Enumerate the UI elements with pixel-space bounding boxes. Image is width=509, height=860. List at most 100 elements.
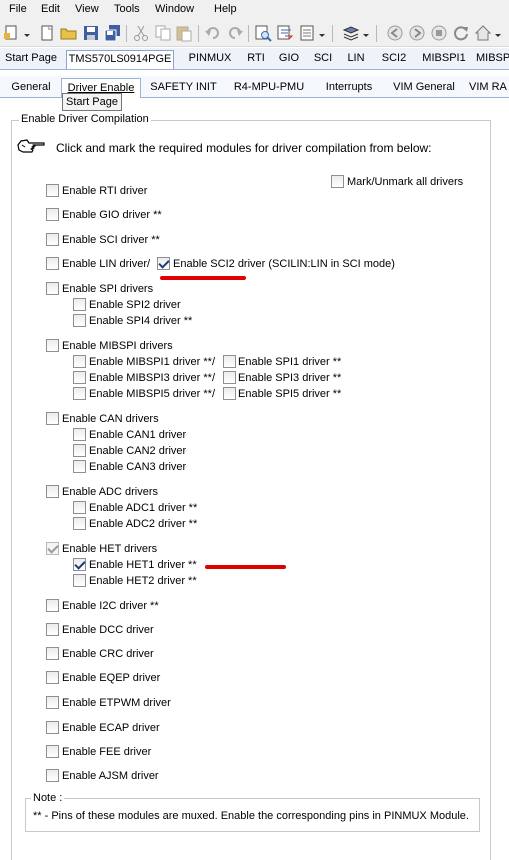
tab-tms570ls0914pge[interactable]: TMS570LS0914PGE xyxy=(66,50,174,69)
can-checkbox[interactable] xyxy=(46,412,59,425)
tab-safety-init[interactable]: SAFETY INIT xyxy=(146,78,221,98)
spi1-label: Enable SPI1 driver ** xyxy=(238,356,342,368)
spi1-checkbox[interactable] xyxy=(223,355,236,368)
mibspi-label: Enable MIBSPI drivers xyxy=(62,340,173,352)
new-file-dropdown-icon[interactable] xyxy=(23,24,31,42)
het2-checkbox[interactable] xyxy=(73,574,86,587)
nav-back-icon[interactable] xyxy=(386,24,404,42)
mibspi3-checkbox[interactable] xyxy=(73,371,86,384)
sci-checkbox[interactable] xyxy=(46,233,59,246)
tab-mibspi-truncated[interactable]: MIBSP xyxy=(476,50,509,69)
spi5-checkbox[interactable] xyxy=(223,387,236,400)
save-all-icon[interactable] xyxy=(104,24,122,42)
sci-label: Enable SCI driver ** xyxy=(62,234,160,246)
new-file-icon[interactable] xyxy=(38,24,56,42)
tooltip: Start Page xyxy=(62,93,122,111)
tab-interrupts[interactable]: Interrupts xyxy=(317,78,381,98)
replace-icon[interactable] xyxy=(276,24,294,42)
copy-icon[interactable] xyxy=(154,24,172,42)
redo-icon[interactable] xyxy=(226,24,244,42)
lin-checkbox[interactable] xyxy=(46,257,59,270)
gio-label: Enable GIO driver ** xyxy=(62,209,162,221)
properties-dropdown-icon[interactable] xyxy=(318,24,326,42)
i2c-checkbox[interactable] xyxy=(46,599,59,612)
can2-label: Enable CAN2 driver xyxy=(89,445,187,457)
adc2-checkbox[interactable] xyxy=(73,517,86,530)
fee-checkbox[interactable] xyxy=(46,745,59,758)
tab-rti[interactable]: RTI xyxy=(243,50,269,69)
ajsm-checkbox[interactable] xyxy=(46,769,59,782)
adc-checkbox[interactable] xyxy=(46,485,59,498)
tab-mibspi1[interactable]: MIBSPI1 xyxy=(418,50,470,69)
het1-checkbox[interactable] xyxy=(73,558,86,571)
lin-sci2-separator: / xyxy=(147,258,151,270)
gio-checkbox[interactable] xyxy=(46,208,59,221)
cut-icon[interactable] xyxy=(132,24,150,42)
sci2-checkbox[interactable] xyxy=(157,257,170,270)
open-folder-icon[interactable] xyxy=(60,24,78,42)
menu-help[interactable]: Help xyxy=(214,3,237,15)
spi3-checkbox[interactable] xyxy=(223,371,236,384)
can-label: Enable CAN drivers xyxy=(62,413,159,425)
home-dropdown-icon[interactable] xyxy=(494,24,502,42)
layers-dropdown-icon[interactable] xyxy=(362,24,370,42)
paste-icon[interactable] xyxy=(175,24,193,42)
note-text: ** - Pins of these modules are muxed. En… xyxy=(33,810,469,822)
tab-vim-ram-truncated[interactable]: VIM RA xyxy=(466,78,509,98)
dcc-checkbox[interactable] xyxy=(46,623,59,636)
mibspi3-label: Enable MIBSPI3 driver ** xyxy=(89,372,212,384)
find-icon[interactable] xyxy=(254,24,272,42)
het-checkbox[interactable] xyxy=(46,542,59,555)
tab-lin[interactable]: LIN xyxy=(343,50,369,69)
etpwm-label: Enable ETPWM driver xyxy=(62,697,171,709)
note-title: Note : xyxy=(31,792,65,804)
can3-checkbox[interactable] xyxy=(73,460,86,473)
can1-checkbox[interactable] xyxy=(73,428,86,441)
tab-gio[interactable]: GIO xyxy=(276,50,302,69)
menu-file[interactable]: File xyxy=(9,3,27,15)
new-file-icon[interactable] xyxy=(3,24,21,42)
refresh-icon[interactable] xyxy=(452,24,470,42)
etpwm-checkbox[interactable] xyxy=(46,696,59,709)
tab-sci[interactable]: SCI xyxy=(310,50,336,69)
dcc-label: Enable DCC driver xyxy=(62,624,154,636)
spi2-checkbox[interactable] xyxy=(73,298,86,311)
eqep-checkbox[interactable] xyxy=(46,671,59,684)
properties-icon[interactable] xyxy=(298,24,316,42)
menu-view[interactable]: View xyxy=(75,3,99,15)
tab-sci2[interactable]: SCI2 xyxy=(377,50,411,69)
mibspi1-checkbox[interactable] xyxy=(73,355,86,368)
menu-edit[interactable]: Edit xyxy=(41,3,60,15)
undo-icon[interactable] xyxy=(204,24,222,42)
mark-all-checkbox[interactable] xyxy=(331,175,344,188)
ecap-checkbox[interactable] xyxy=(46,721,59,734)
stop-icon[interactable] xyxy=(430,24,448,42)
sci2-label: Enable SCI2 driver (SCILIN:LIN in SCI mo… xyxy=(173,258,395,270)
layers-icon[interactable] xyxy=(342,24,360,42)
adc1-label: Enable ADC1 driver ** xyxy=(89,502,198,514)
mibspi-checkbox[interactable] xyxy=(46,339,59,352)
tab-general[interactable]: General xyxy=(6,78,56,98)
menu-window[interactable]: Window xyxy=(155,3,194,15)
save-icon[interactable] xyxy=(82,24,100,42)
fee-label: Enable FEE driver xyxy=(62,746,152,758)
nav-forward-icon[interactable] xyxy=(408,24,426,42)
home-icon[interactable] xyxy=(474,24,492,42)
spi3-label: Enable SPI3 driver ** xyxy=(238,372,342,384)
can3-label: Enable CAN3 driver xyxy=(89,461,187,473)
tab-r4-mpu-pmu[interactable]: R4-MPU-PMU xyxy=(226,78,312,98)
adc1-checkbox[interactable] xyxy=(73,501,86,514)
crc-checkbox[interactable] xyxy=(46,647,59,660)
i2c-label: Enable I2C driver ** xyxy=(62,600,159,612)
adc-label: Enable ADC drivers xyxy=(62,486,158,498)
menu-tools[interactable]: Tools xyxy=(114,3,140,15)
mibspi5-checkbox[interactable] xyxy=(73,387,86,400)
eqep-label: Enable EQEP driver xyxy=(62,672,161,684)
can2-checkbox[interactable] xyxy=(73,444,86,457)
rti-checkbox[interactable] xyxy=(46,184,59,197)
tab-vim-general[interactable]: VIM General xyxy=(386,78,462,98)
spi-checkbox[interactable] xyxy=(46,282,59,295)
spi4-checkbox[interactable] xyxy=(73,314,86,327)
tab-start-page[interactable]: Start Page xyxy=(1,50,61,69)
tab-pinmux[interactable]: PINMUX xyxy=(180,50,240,69)
